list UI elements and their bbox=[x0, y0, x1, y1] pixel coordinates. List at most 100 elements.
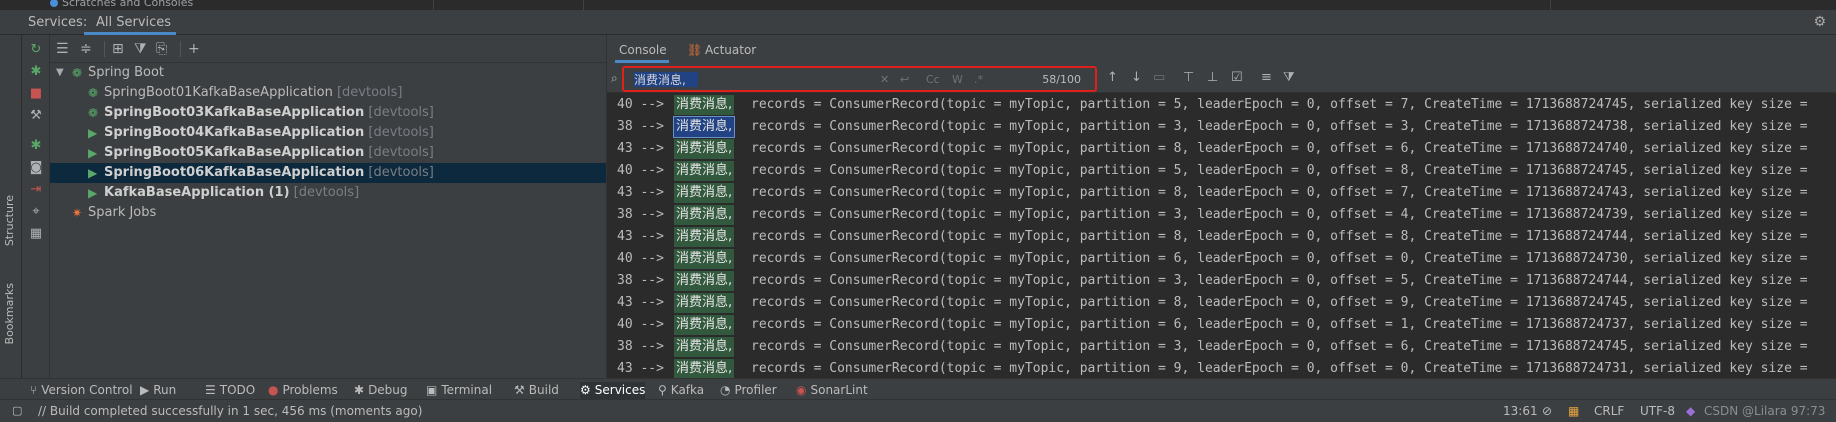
tool-tab-debug[interactable]: ✱ Debug bbox=[354, 382, 408, 399]
filter-results-icon[interactable]: ⧩ bbox=[1283, 70, 1295, 85]
tree-item[interactable]: ▶ SpringBoot05KafkaBaseApplication [devt… bbox=[50, 143, 606, 163]
tab-all-services[interactable]: All Services bbox=[96, 15, 171, 30]
log-text: records = ConsumerRecord(topic = myTopic… bbox=[751, 97, 1808, 112]
regex-toggle[interactable]: .* bbox=[974, 73, 983, 86]
search-match: 消费消息, bbox=[674, 359, 735, 378]
tree-item-label: SpringBoot04KafkaBaseApplication [devtoo… bbox=[104, 125, 434, 140]
tab-actuator[interactable]: Actuator bbox=[705, 43, 756, 57]
select-all-icon[interactable]: ☑ bbox=[1231, 70, 1243, 85]
log-text: records = ConsumerRecord(topic = myTopic… bbox=[751, 251, 1808, 266]
log-prefix: 43 --> bbox=[617, 185, 664, 200]
log-text: records = ConsumerRecord(topic = myTopic… bbox=[751, 295, 1808, 310]
new-tab-icon[interactable]: ⎘ bbox=[156, 41, 167, 57]
match-count: 58/100 bbox=[1042, 73, 1081, 86]
log-line: 43 --> 消费消息, records = ConsumerRecord(topi… bbox=[607, 358, 1836, 378]
spark-icon: ✷ bbox=[72, 206, 83, 220]
toolbar-separator bbox=[104, 41, 105, 57]
build-status-message[interactable]: // Build completed successfully in 1 sec… bbox=[38, 404, 422, 418]
tree-item-label: SpringBoot05KafkaBaseApplication [devtoo… bbox=[104, 145, 434, 160]
tool-tab-label: SonarLint bbox=[810, 383, 868, 397]
debug-service-icon[interactable]: ✱ bbox=[29, 139, 43, 153]
tool-tab-label: Run bbox=[153, 383, 177, 397]
log-text: records = ConsumerRecord(topic = myTopic… bbox=[751, 163, 1808, 178]
console-output[interactable]: 40 --> 消费消息, records = ConsumerRecord(topi… bbox=[607, 94, 1836, 378]
tree-node-label: Spring Boot bbox=[88, 65, 165, 80]
no-git-icon[interactable]: ⊘ bbox=[1542, 404, 1552, 418]
collapse-all-icon[interactable]: ≑ bbox=[80, 41, 92, 57]
tab-console[interactable]: Console bbox=[619, 43, 667, 57]
add-occurrence-icon[interactable]: ⊤ bbox=[1183, 70, 1194, 85]
search-input[interactable] bbox=[634, 71, 854, 88]
layout-toggle-icon[interactable]: ▢ bbox=[12, 404, 22, 417]
tree-node-spring-boot[interactable]: ▼ ❁ Spring Boot bbox=[50, 63, 606, 83]
tree-item-selected[interactable]: ▶ SpringBoot06KafkaBaseApplication [devt… bbox=[50, 163, 606, 183]
log-prefix: 43 --> bbox=[617, 361, 664, 376]
tree-item[interactable]: ❁ SpringBoot01KafkaBaseApplication [devt… bbox=[50, 83, 606, 103]
log-line: 40 --> 消费消息, records = ConsumerRecord(topi… bbox=[607, 248, 1836, 270]
soft-wrap-icon[interactable]: ≡ bbox=[1261, 70, 1272, 85]
match-case-toggle[interactable]: Cc bbox=[926, 73, 940, 86]
gear-icon[interactable]: ⚙ bbox=[1813, 14, 1826, 30]
select-all-occurrences-icon[interactable]: ▭ bbox=[1153, 70, 1165, 85]
run-icon: ▶ bbox=[88, 146, 98, 160]
tool-tab-problems[interactable]: ● Problems bbox=[268, 382, 338, 399]
multiline-icon[interactable]: ↩ bbox=[900, 73, 909, 86]
tool-tab-services[interactable]: ⚙ Services bbox=[580, 382, 646, 399]
stop-icon[interactable]: ■ bbox=[29, 87, 43, 101]
caret-position[interactable]: 13:61 bbox=[1503, 404, 1538, 418]
search-match: 消费消息, bbox=[674, 139, 735, 159]
arrow-up-icon[interactable]: ↑ bbox=[1107, 70, 1118, 85]
group-by-icon[interactable]: ⊞ bbox=[112, 41, 124, 57]
tool-tab-run[interactable]: ▶ Run bbox=[140, 382, 176, 399]
search-match: 消费消息, bbox=[674, 227, 735, 247]
tool-tab-kafka[interactable]: ⚲ Kafka bbox=[658, 382, 704, 399]
plugin-icon[interactable]: ◆ bbox=[1686, 404, 1695, 418]
tool-tab-build[interactable]: ⚒ Build bbox=[514, 382, 559, 399]
actuator-icon: ⛓ bbox=[687, 43, 703, 57]
log-prefix: 43 --> bbox=[617, 229, 664, 244]
add-service-icon[interactable]: + bbox=[188, 41, 200, 57]
tree-node-spark-jobs[interactable]: ✷ Spark Jobs bbox=[50, 203, 606, 223]
log-prefix: 43 --> bbox=[617, 141, 664, 156]
whole-word-toggle[interactable]: W bbox=[952, 73, 963, 86]
exit-icon[interactable]: ⇥ bbox=[29, 183, 43, 197]
tool-tab-terminal[interactable]: ▣ Terminal bbox=[426, 382, 492, 399]
bookmarks-tab[interactable]: Bookmarks bbox=[3, 283, 16, 344]
current-search-match: 消费消息, bbox=[672, 116, 736, 138]
pin-icon[interactable]: ⌖ bbox=[29, 205, 43, 219]
rerun-icon[interactable]: ↻ bbox=[29, 43, 43, 57]
arrow-down-icon[interactable]: ↓ bbox=[1131, 70, 1142, 85]
tool-tab-version-control[interactable]: ⑂ Version Control bbox=[30, 382, 133, 399]
wrench-icon[interactable]: ⚒ bbox=[29, 109, 43, 123]
tool-tab-label: Kafka bbox=[670, 383, 705, 397]
clear-icon[interactable]: ✕ bbox=[880, 73, 889, 86]
service-actions-column: ↻ ✱ ■ ⚒ ✱ ◙ ⇥ ⌖ ▦ bbox=[22, 35, 50, 378]
remove-occurrence-icon[interactable]: ⊥ bbox=[1207, 70, 1218, 85]
log-line: 38 --> 消费消息, records = ConsumerRecord(topi… bbox=[607, 270, 1836, 292]
tree-item[interactable]: ▶ KafkaBaseApplication (1) [devtools] bbox=[50, 183, 606, 203]
layout-icon[interactable]: ▦ bbox=[29, 227, 43, 241]
run-icon: ▶ bbox=[88, 186, 98, 200]
log-line: 38 --> 消费消息, records = ConsumerRecord(topi… bbox=[607, 336, 1836, 358]
tiles-icon[interactable]: ▦ bbox=[1568, 404, 1579, 418]
search-icon[interactable]: ⌕ bbox=[611, 71, 618, 86]
search-match: 消费消息, bbox=[674, 337, 735, 357]
log-prefix: 38 --> bbox=[617, 119, 664, 134]
tool-tab-sonarlint[interactable]: ◉ SonarLint bbox=[796, 382, 868, 399]
file-encoding[interactable]: UTF-8 bbox=[1640, 404, 1675, 418]
line-ending[interactable]: CRLF bbox=[1594, 404, 1624, 418]
chevron-down-icon[interactable]: ▼ bbox=[56, 63, 64, 83]
tool-tab-label: Build bbox=[528, 383, 559, 397]
search-bar: ⌕ ✕ ↩ Cc W .* 58/100 ↑ ↓ ▭ ⊤ ⊥ ☑ ≡ ⧩ bbox=[607, 63, 1836, 93]
debug-bug-icon[interactable]: ✱ bbox=[29, 65, 43, 79]
structure-tab[interactable]: Structure bbox=[3, 195, 16, 246]
filter-icon[interactable]: ⧩ bbox=[134, 41, 147, 57]
tool-tab-todo[interactable]: ☰ TODO bbox=[205, 382, 255, 399]
tree-item[interactable]: ▶ SpringBoot04KafkaBaseApplication [devt… bbox=[50, 123, 606, 143]
scratches-label[interactable]: Scratches and Consoles bbox=[62, 0, 193, 9]
camera-icon[interactable]: ◙ bbox=[29, 161, 43, 175]
services-header: Services: All Services ⚙ bbox=[0, 10, 1836, 35]
tree-item[interactable]: ❁ SpringBoot03KafkaBaseApplication [devt… bbox=[50, 103, 606, 123]
expand-all-icon[interactable]: ☰ bbox=[56, 41, 69, 57]
tool-tab-profiler[interactable]: ◔ Profiler bbox=[720, 382, 777, 399]
